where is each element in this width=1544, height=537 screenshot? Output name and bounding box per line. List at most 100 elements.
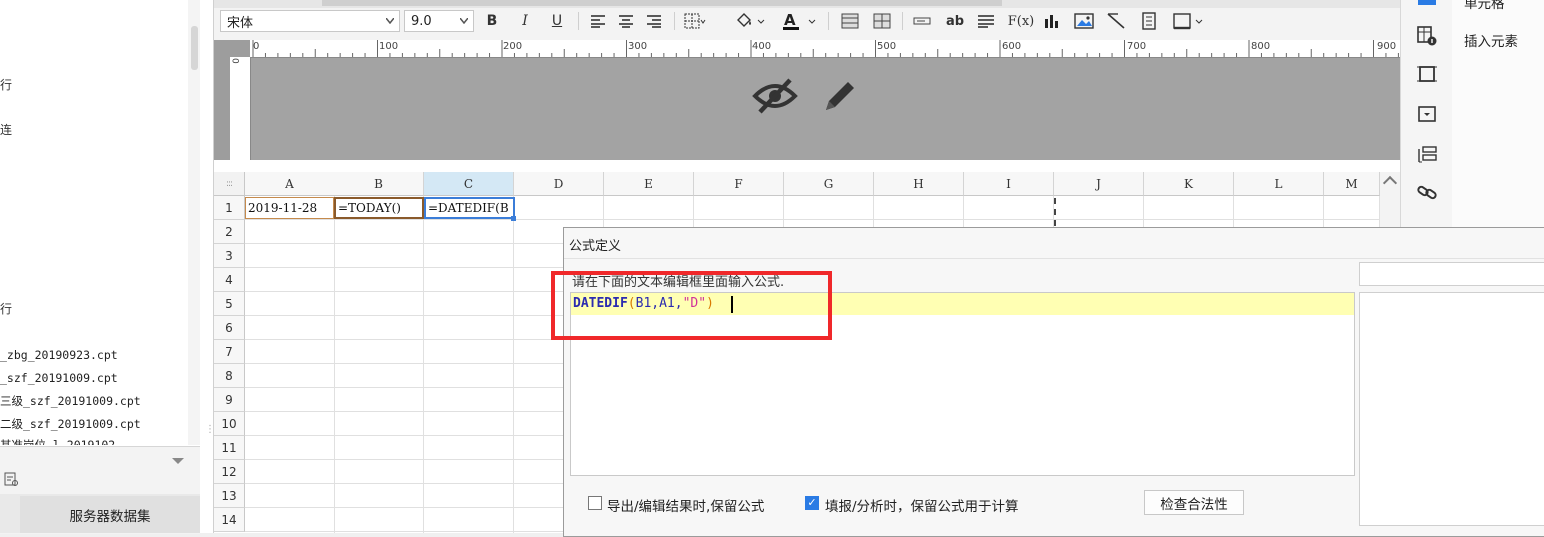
cell-info-icon[interactable] — [1414, 24, 1440, 48]
grid-line-horizontal — [245, 219, 1380, 220]
ruler-label: 400 — [752, 41, 772, 52]
function-list[interactable] — [1359, 292, 1544, 526]
dialog-divider — [564, 258, 1544, 259]
fill-handle[interactable] — [511, 216, 516, 221]
cell-element-icon[interactable] — [1170, 11, 1206, 31]
underline-button[interactable]: U — [548, 11, 566, 31]
font-name-select[interactable]: 宋体 — [220, 10, 400, 32]
row-header-12[interactable]: 12 — [214, 460, 245, 484]
text-field-icon[interactable] — [910, 11, 934, 31]
pencil-icon[interactable] — [820, 76, 860, 119]
insert-element-tab[interactable]: 插入元素 — [1464, 30, 1518, 50]
toolbar-separator — [902, 12, 903, 30]
image-icon[interactable] — [1072, 11, 1096, 31]
column-header-j[interactable]: J — [1054, 172, 1144, 196]
top-tab[interactable] — [322, 0, 1002, 6]
export-keep-formula-checkbox[interactable] — [588, 496, 602, 510]
paragraph-icon[interactable] — [974, 11, 998, 31]
frame-icon[interactable] — [1414, 62, 1440, 86]
column-header-m[interactable]: M — [1324, 172, 1380, 196]
cell-tab[interactable]: 单元格 — [1464, 0, 1505, 12]
fill-keep-formula-label[interactable]: 填报/分析时，保留公式用于计算 — [825, 495, 1019, 515]
toolbar-separator — [828, 12, 829, 30]
row-header-14[interactable]: 14 — [214, 508, 245, 532]
column-header-d[interactable]: D — [514, 172, 604, 196]
row-header-13[interactable]: 13 — [214, 484, 245, 508]
file-item[interactable]: 三级_szf_20191009.cpt — [0, 393, 141, 409]
row-header-9[interactable]: 9 — [214, 388, 245, 412]
ruler-label: 900 — [1377, 41, 1397, 52]
ruler-label: 100 — [379, 41, 399, 52]
row-header-2[interactable]: 2 — [214, 220, 245, 244]
sub-report-icon[interactable] — [1138, 11, 1160, 31]
export-keep-formula-label[interactable]: 导出/编辑结果时,保留公式 — [607, 495, 764, 515]
chart-icon[interactable] — [1040, 11, 1064, 31]
hyperlink-icon[interactable] — [1414, 180, 1440, 204]
left-scrollbar-thumb[interactable] — [191, 26, 198, 70]
column-header-h[interactable]: H — [874, 172, 964, 196]
server-dataset-tab[interactable]: 服务器数据集 — [20, 496, 200, 533]
border-icon[interactable] — [682, 11, 708, 31]
slash-line-icon[interactable] — [1104, 11, 1128, 31]
split-cells-icon[interactable] — [870, 11, 894, 31]
tree-item[interactable]: 连 — [0, 121, 12, 138]
row-header-4[interactable]: 4 — [214, 268, 245, 292]
fill-keep-formula-checkbox[interactable]: ✓ — [805, 496, 819, 510]
cell-properties-icon[interactable] — [1418, 0, 1436, 5]
align-center-icon[interactable] — [616, 11, 636, 31]
merge-cells-icon[interactable] — [838, 11, 862, 31]
check-validity-button[interactable]: 检查合法性 — [1144, 490, 1244, 515]
function-search-input[interactable] — [1359, 262, 1544, 286]
report-canvas — [214, 40, 1400, 160]
column-header-a[interactable]: A — [245, 172, 335, 196]
file-item[interactable]: 二级_szf_20191009.cpt — [0, 416, 141, 432]
column-header-k[interactable]: K — [1144, 172, 1234, 196]
column-header-g[interactable]: G — [784, 172, 874, 196]
row-header-3[interactable]: 3 — [214, 244, 245, 268]
italic-button[interactable]: I — [516, 11, 534, 31]
select-all-corner[interactable]: ::: — [214, 172, 245, 196]
font-size-select[interactable]: 9.0 — [404, 10, 474, 32]
bold-button[interactable]: B — [482, 11, 502, 31]
dataset-doc-icon[interactable] — [4, 472, 18, 490]
fill-color-icon[interactable] — [732, 11, 768, 31]
chevron-down-icon[interactable] — [172, 458, 184, 464]
eye-hidden-icon[interactable] — [752, 76, 798, 119]
file-item[interactable]: _zbg_20190923.cpt — [0, 348, 118, 362]
tree-item[interactable]: 行 — [0, 76, 12, 93]
column-header-e[interactable]: E — [604, 172, 694, 196]
column-header-l[interactable]: L — [1234, 172, 1324, 196]
row-header-10[interactable]: 10 — [214, 412, 245, 436]
cell-b1[interactable]: =TODAY() — [334, 197, 424, 219]
row-header-6[interactable]: 6 — [214, 316, 245, 340]
ruler-gutter — [214, 57, 230, 160]
list-widget-icon[interactable] — [1414, 142, 1440, 166]
cell-a1[interactable]: 2019-11-28 — [245, 197, 334, 219]
ruler-label: 300 — [628, 41, 648, 52]
dialog-title: 公式定义 — [569, 239, 622, 254]
file-item[interactable]: _szf_20191009.cpt — [0, 371, 118, 385]
chevron-down-icon — [460, 18, 468, 24]
formula-button[interactable]: F(x) — [1006, 11, 1036, 31]
dropdown-widget-icon[interactable] — [1414, 102, 1440, 126]
cell-c1[interactable]: =DATEDIF(B — [424, 197, 515, 219]
column-header-i[interactable]: I — [964, 172, 1054, 196]
toolbar-separator — [578, 12, 579, 30]
column-header-f[interactable]: F — [694, 172, 784, 196]
file-item[interactable]: 其准岗位 l 2019102 — [0, 437, 115, 445]
align-left-icon[interactable] — [588, 11, 608, 31]
row-header-7[interactable]: 7 — [214, 340, 245, 364]
tree-item[interactable]: 行 — [0, 300, 12, 317]
align-right-icon[interactable] — [644, 11, 664, 31]
row-header-11[interactable]: 11 — [214, 436, 245, 460]
page-break-line — [1054, 198, 1056, 226]
row-header-1[interactable]: 1 — [214, 196, 245, 220]
font-color-icon[interactable]: A — [780, 11, 820, 31]
row-header-5[interactable]: 5 — [214, 292, 245, 316]
column-header-b[interactable]: B — [334, 172, 424, 196]
row-header-8[interactable]: 8 — [214, 364, 245, 388]
column-header-c[interactable]: C — [424, 172, 514, 196]
ruler-label: 500 — [877, 41, 897, 52]
ruler-label: 700 — [1127, 41, 1147, 52]
text-button[interactable]: ab — [942, 11, 968, 31]
